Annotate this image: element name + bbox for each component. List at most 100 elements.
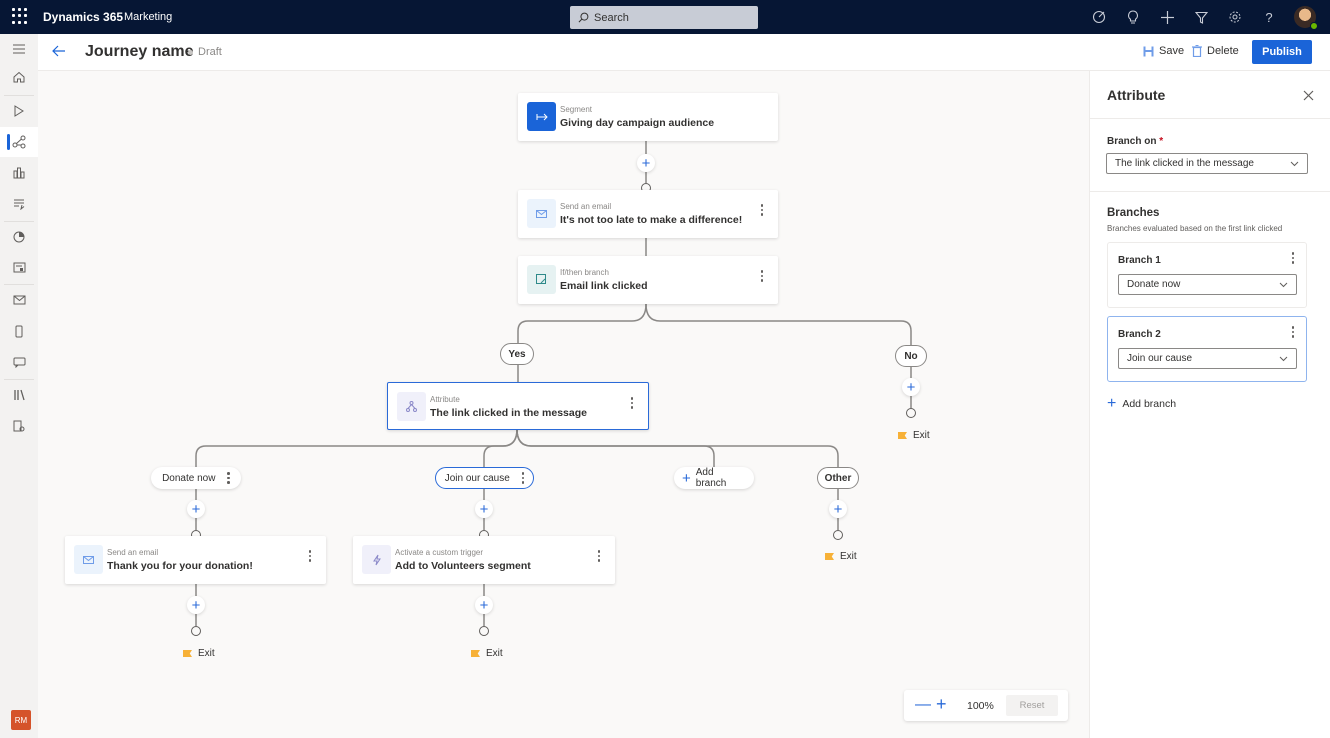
segments-icon[interactable] bbox=[0, 158, 38, 188]
more-options-icon[interactable] bbox=[630, 397, 634, 409]
more-options-icon[interactable] bbox=[521, 472, 525, 484]
branch-card[interactable]: Branch 1 Donate now bbox=[1107, 242, 1307, 308]
add-step-button[interactable]: + bbox=[475, 596, 493, 614]
branch-icon bbox=[527, 265, 556, 294]
play-icon[interactable] bbox=[0, 96, 38, 126]
connector-node bbox=[479, 626, 489, 636]
app-area[interactable]: Marketing bbox=[124, 11, 172, 23]
journey-status: Draft bbox=[198, 46, 222, 58]
branch-on-label: Branch on * bbox=[1107, 136, 1164, 147]
branch-pill-join-our-cause[interactable]: Join our cause bbox=[435, 467, 534, 489]
branch-name: Branch 2 bbox=[1118, 329, 1161, 340]
flag-icon bbox=[898, 432, 907, 439]
add-icon: + bbox=[1107, 395, 1117, 412]
close-icon[interactable] bbox=[1303, 88, 1314, 106]
chat-icon[interactable] bbox=[0, 347, 38, 377]
zoom-in-button[interactable]: + bbox=[936, 694, 947, 715]
add-step-button[interactable]: + bbox=[187, 596, 205, 614]
assets-icon[interactable] bbox=[0, 411, 38, 441]
add-step-button[interactable]: + bbox=[829, 500, 847, 518]
yes-branch-label[interactable]: Yes bbox=[500, 343, 534, 365]
delete-icon bbox=[1192, 45, 1202, 57]
other-branch-label[interactable]: Other bbox=[817, 467, 859, 489]
panel-add-branch-button[interactable]: + Add branch bbox=[1107, 395, 1176, 413]
more-options-icon[interactable] bbox=[1291, 252, 1294, 264]
chevron-down-icon bbox=[1290, 161, 1299, 167]
user-avatar[interactable] bbox=[1294, 6, 1318, 30]
branches-subtitle: Branches evaluated based on the first li… bbox=[1107, 224, 1283, 233]
connector-node bbox=[906, 408, 916, 418]
publish-button[interactable]: Publish bbox=[1252, 40, 1312, 64]
left-navigation: RM bbox=[0, 34, 38, 738]
connector-node bbox=[833, 530, 843, 540]
add-step-button[interactable]: + bbox=[187, 500, 205, 518]
triggers-icon[interactable] bbox=[0, 189, 38, 219]
flag-icon bbox=[183, 650, 192, 657]
library-icon[interactable] bbox=[0, 380, 38, 410]
filter-icon[interactable] bbox=[1192, 7, 1210, 27]
assistant-icon[interactable] bbox=[1090, 7, 1108, 27]
more-options-icon[interactable] bbox=[760, 270, 764, 282]
more-options-icon[interactable] bbox=[227, 472, 230, 484]
email-icon bbox=[527, 199, 556, 228]
help-icon[interactable]: ? bbox=[1260, 7, 1278, 27]
home-icon[interactable] bbox=[0, 62, 38, 92]
exit-marker: Exit bbox=[471, 648, 503, 659]
attribute-card[interactable]: Attribute The link clicked in the messag… bbox=[387, 382, 649, 430]
mobile-icon[interactable] bbox=[0, 316, 38, 346]
save-icon bbox=[1143, 46, 1154, 56]
card-category: Send an email bbox=[560, 202, 612, 211]
email-icon[interactable] bbox=[0, 285, 38, 315]
menu-icon[interactable] bbox=[0, 34, 38, 64]
branches-title: Branches bbox=[1107, 207, 1160, 219]
journey-icon[interactable] bbox=[0, 127, 38, 157]
branch-value-dropdown[interactable]: Donate now bbox=[1118, 274, 1297, 295]
card-name: The link clicked in the message bbox=[430, 407, 587, 419]
exit-marker: Exit bbox=[898, 430, 930, 441]
card-name: Add to Volunteers segment bbox=[395, 560, 531, 572]
add-step-button[interactable]: + bbox=[902, 378, 920, 396]
save-button[interactable]: Save bbox=[1143, 45, 1184, 57]
journey-canvas[interactable]: Segment Giving day campaign audience + S… bbox=[38, 71, 1088, 738]
custom-trigger-card[interactable]: Activate a custom trigger Add to Volunte… bbox=[353, 536, 615, 584]
add-branch-button[interactable]: + Add branch bbox=[674, 467, 754, 489]
back-arrow-icon[interactable] bbox=[52, 44, 66, 62]
add-icon[interactable] bbox=[1158, 7, 1176, 27]
email-icon bbox=[74, 545, 103, 574]
card-category: If/then branch bbox=[560, 268, 609, 277]
presence-indicator bbox=[1310, 22, 1318, 30]
user-initials-badge[interactable]: RM bbox=[11, 710, 31, 730]
email-card[interactable]: Send an email It's not too late to make … bbox=[518, 190, 778, 238]
more-options-icon[interactable] bbox=[308, 550, 312, 562]
card-category: Send an email bbox=[107, 548, 159, 557]
branch-pill-donate-now[interactable]: Donate now bbox=[151, 467, 241, 489]
panel-title: Attribute bbox=[1107, 87, 1166, 103]
delete-button[interactable]: Delete bbox=[1192, 45, 1239, 57]
branch-name: Branch 1 bbox=[1118, 255, 1161, 266]
lightbulb-icon[interactable] bbox=[1124, 7, 1142, 27]
chevron-down-icon bbox=[1279, 282, 1288, 288]
search-input[interactable]: Search bbox=[570, 6, 758, 29]
app-name[interactable]: Dynamics 365 bbox=[43, 10, 123, 24]
app-launcher-icon[interactable] bbox=[12, 8, 28, 24]
branch-value-dropdown[interactable]: Join our cause bbox=[1118, 348, 1297, 369]
search-placeholder: Search bbox=[594, 11, 629, 24]
more-options-icon[interactable] bbox=[760, 204, 764, 216]
add-step-button[interactable]: + bbox=[637, 154, 655, 172]
email-card[interactable]: Send an email Thank you for your donatio… bbox=[65, 536, 326, 584]
no-branch-label[interactable]: No bbox=[895, 345, 927, 367]
branch-card[interactable]: Branch 2 Join our cause bbox=[1107, 316, 1307, 382]
card-category: Attribute bbox=[430, 395, 460, 404]
more-options-icon[interactable] bbox=[1291, 326, 1294, 338]
segment-card[interactable]: Segment Giving day campaign audience bbox=[518, 93, 778, 141]
forms-icon[interactable] bbox=[0, 253, 38, 283]
zoom-out-button[interactable]: — bbox=[915, 696, 931, 714]
settings-icon[interactable] bbox=[1226, 7, 1244, 27]
ifthen-card[interactable]: If/then branch Email link clicked bbox=[518, 256, 778, 304]
analytics-icon[interactable] bbox=[0, 222, 38, 252]
reset-zoom-button[interactable]: Reset bbox=[1006, 695, 1058, 716]
add-step-button[interactable]: + bbox=[475, 500, 493, 518]
more-options-icon[interactable] bbox=[597, 550, 601, 562]
journey-title: Journey name bbox=[85, 43, 194, 60]
branch-on-dropdown[interactable]: The link clicked in the message bbox=[1106, 153, 1308, 174]
